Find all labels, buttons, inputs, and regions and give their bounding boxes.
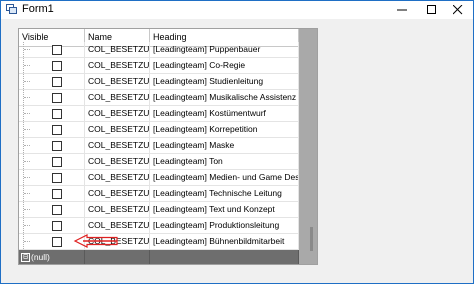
maximize-icon <box>427 5 436 14</box>
tree-branch <box>24 129 30 131</box>
name-cell[interactable]: COL_BESETZUNGSF <box>85 90 150 105</box>
visible-checkbox[interactable] <box>52 45 62 55</box>
table-row[interactable]: COL_BESETZUNGSF[Leadingteam] Kostümentwu… <box>19 106 299 122</box>
visible-checkbox[interactable] <box>52 205 62 215</box>
tree-branch <box>24 97 30 99</box>
tree-branch <box>24 49 30 51</box>
tree-branch <box>24 225 30 227</box>
table-row[interactable]: COL_BESETZUNGSF[Leadingteam] Maske <box>19 138 299 154</box>
title-bar[interactable]: Form1 <box>1 1 473 19</box>
window-title: Form1 <box>22 3 54 15</box>
scrollbar-thumb[interactable] <box>310 227 313 251</box>
name-cell[interactable]: COL_BESETZUNGSF <box>85 218 150 233</box>
table-row[interactable]: COL_BESETZUNGSF[Leadingteam] Musikalisch… <box>19 90 299 106</box>
heading-cell[interactable]: [Leadingteam] Co-Regie <box>150 58 299 73</box>
tree-branch <box>24 193 30 195</box>
form-window: Form1 Visible Name Heading COL_BESETZUNG… <box>0 0 474 284</box>
visible-cell <box>19 122 85 137</box>
tree-branch <box>24 65 30 67</box>
group-heading-cell <box>150 250 299 264</box>
app-icon <box>6 4 17 14</box>
heading-cell[interactable]: [Leadingteam] Technische Leitung <box>150 186 299 201</box>
minimize-button[interactable] <box>387 1 417 19</box>
table-row[interactable]: COL_BESETZUNGSF[Leadingteam] Korrepetiti… <box>19 122 299 138</box>
group-name-cell <box>85 250 150 264</box>
visible-cell <box>19 74 85 89</box>
name-cell[interactable]: COL_BESETZUNGSF <box>85 138 150 153</box>
tree-branch <box>24 161 30 163</box>
visible-checkbox[interactable] <box>52 237 62 247</box>
heading-cell[interactable]: [Leadingteam] Bühnenbildmitarbeit <box>150 234 299 249</box>
heading-cell[interactable]: [Leadingteam] Ton <box>150 154 299 169</box>
table-row[interactable]: COL_BESETZUNGSF[Leadingteam] Puppenbauer <box>19 42 299 58</box>
close-icon <box>453 5 463 15</box>
visible-checkbox[interactable] <box>52 125 62 135</box>
close-button[interactable] <box>443 1 473 19</box>
name-cell[interactable]: COL_BESETZUNGSF <box>85 42 150 57</box>
group-label: (null) <box>31 252 50 262</box>
name-cell[interactable]: COL_BESETZUNGSF <box>85 106 150 121</box>
heading-cell[interactable]: [Leadingteam] Puppenbauer <box>150 42 299 57</box>
heading-cell[interactable]: [Leadingteam] Kostümentwurf <box>150 106 299 121</box>
heading-cell[interactable]: [Leadingteam] Musikalische Assistenz <box>150 90 299 105</box>
name-cell[interactable]: COL_BESETZUNGSF <box>85 202 150 217</box>
visible-cell <box>19 170 85 185</box>
grid-empty-area <box>299 29 317 264</box>
tree-branch <box>24 209 30 211</box>
heading-cell[interactable]: [Leadingteam] Medien- und Game Design <box>150 170 299 185</box>
visible-cell <box>19 186 85 201</box>
name-cell[interactable]: COL_BESETZUNGSF <box>85 170 150 185</box>
tree-branch <box>24 113 30 115</box>
visible-cell <box>19 138 85 153</box>
visible-cell <box>19 218 85 233</box>
visible-checkbox[interactable] <box>52 61 62 71</box>
table-row[interactable]: COL_BESETZUNGSF[Leadingteam] Ton <box>19 154 299 170</box>
visible-cell <box>19 42 85 57</box>
data-grid[interactable]: Visible Name Heading COL_BESETZUNGSF[Lea… <box>18 28 318 265</box>
collapse-icon[interactable]: ⊟ <box>21 253 30 262</box>
visible-cell <box>19 58 85 73</box>
table-row[interactable]: COL_BESETZUNGSF[Leadingteam] Co-Regie <box>19 58 299 74</box>
heading-cell[interactable]: [Leadingteam] Text und Konzept <box>150 202 299 217</box>
minimize-icon <box>397 9 407 11</box>
visible-cell <box>19 106 85 121</box>
visible-checkbox[interactable] <box>52 173 62 183</box>
tree-branch <box>24 241 30 243</box>
table-row[interactable]: COL_BESETZUNGSF[Leadingteam] Produktions… <box>19 218 299 234</box>
heading-cell[interactable]: [Leadingteam] Korrepetition <box>150 122 299 137</box>
tree-branch <box>24 177 30 179</box>
visible-cell <box>19 154 85 169</box>
visible-cell <box>19 234 85 249</box>
visible-cell <box>19 90 85 105</box>
table-row[interactable]: COL_BESETZUNGSF[Leadingteam] Studienleit… <box>19 74 299 90</box>
visible-checkbox[interactable] <box>52 77 62 87</box>
heading-cell[interactable]: [Leadingteam] Produktionsleitung <box>150 218 299 233</box>
visible-checkbox[interactable] <box>52 109 62 119</box>
visible-checkbox[interactable] <box>52 221 62 231</box>
name-cell[interactable]: COL_BESETZUNGSF <box>85 74 150 89</box>
form-client-area: Visible Name Heading COL_BESETZUNGSF[Lea… <box>1 19 473 283</box>
name-cell[interactable]: COL_BESETZUNGSF <box>85 154 150 169</box>
visible-cell <box>19 202 85 217</box>
heading-cell[interactable]: [Leadingteam] Maske <box>150 138 299 153</box>
visible-checkbox[interactable] <box>52 157 62 167</box>
table-row[interactable]: COL_BESETZUNGSF[Leadingteam] Medien- und… <box>19 170 299 186</box>
heading-cell[interactable]: [Leadingteam] Studienleitung <box>150 74 299 89</box>
name-cell[interactable]: COL_BESETZUNGSF <box>85 186 150 201</box>
table-row[interactable]: COL_BESETZUNGSF[Leadingteam] Bühnenbildm… <box>19 234 299 250</box>
visible-checkbox[interactable] <box>52 141 62 151</box>
name-cell[interactable]: COL_BESETZUNGSF <box>85 234 150 249</box>
group-cell: ⊟ (null) <box>19 250 85 264</box>
visible-checkbox[interactable] <box>52 93 62 103</box>
name-cell[interactable]: COL_BESETZUNGSF <box>85 58 150 73</box>
group-row[interactable]: ⊟ (null) <box>19 250 299 264</box>
table-row[interactable]: COL_BESETZUNGSF[Leadingteam] Technische … <box>19 186 299 202</box>
table-row[interactable]: COL_BESETZUNGSF[Leadingteam] Text und Ko… <box>19 202 299 218</box>
tree-branch <box>24 145 30 147</box>
visible-checkbox[interactable] <box>52 189 62 199</box>
name-cell[interactable]: COL_BESETZUNGSF <box>85 122 150 137</box>
tree-branch <box>24 81 30 83</box>
